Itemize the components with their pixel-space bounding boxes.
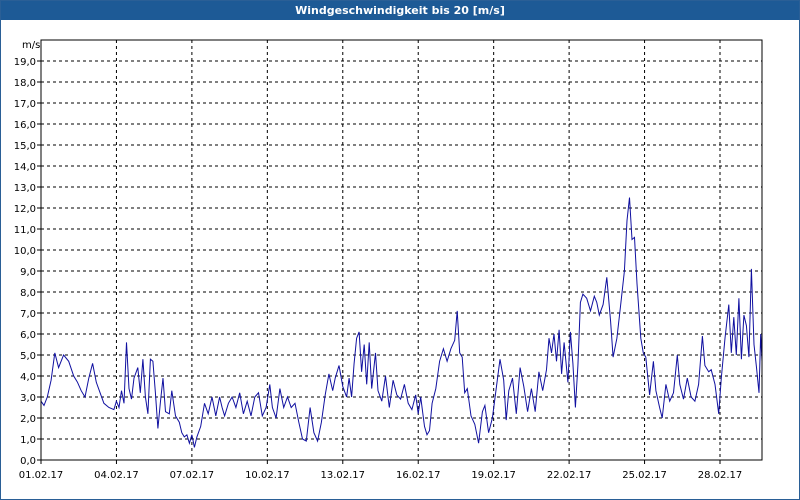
- y-axis-label: m/s: [22, 40, 40, 51]
- y-tick-label: 5,0: [20, 351, 36, 362]
- series-line-wind-speed: [40, 197, 763, 448]
- x-tick-label: 13.02.17: [321, 470, 366, 481]
- y-tick-label: 14,0: [14, 162, 36, 173]
- y-tick-label: 12,0: [14, 204, 36, 215]
- y-tick-label: 19,0: [14, 57, 36, 68]
- y-tick-label: 0,0: [20, 456, 36, 467]
- y-tick-label: 11,0: [14, 225, 36, 236]
- y-tick-label: 10,0: [14, 246, 36, 257]
- y-tick-label: 16,0: [14, 120, 36, 131]
- y-tick-label: 1,0: [20, 435, 36, 446]
- x-tick-label: 01.02.17: [19, 470, 64, 481]
- y-tick-label: 2,0: [20, 414, 36, 425]
- x-tick-label: 19.02.17: [471, 470, 516, 481]
- x-tick-label: 16.02.17: [396, 470, 441, 481]
- y-tick-label: 17,0: [14, 99, 36, 110]
- x-tick-label: 10.02.17: [245, 470, 290, 481]
- y-tick-label: 7,0: [20, 309, 36, 320]
- x-tick-label: 28.02.17: [698, 470, 743, 481]
- x-tick-label: 22.02.17: [547, 470, 592, 481]
- y-axis-ticks: 0,0 1,0 2,0 3,0 4,0 5,0 6,0 7,0 8,0 9,0 10,0 11,0 12…: [14, 57, 41, 467]
- x-axis-ticks: 01.02.17 04.02.17 07.02.17 10.02.17 13.02.17…: [19, 460, 743, 481]
- y-tick-label: 3,0: [20, 393, 36, 404]
- x-tick-label: 04.02.17: [94, 470, 139, 481]
- y-tick-label: 13,0: [14, 183, 36, 194]
- x-tick-label: 07.02.17: [170, 470, 215, 481]
- y-tick-label: 8,0: [20, 288, 36, 299]
- y-tick-label: 15,0: [14, 141, 36, 152]
- wind-speed-chart: m/s 0,0 1,0 2,0 3,0 4,0 5,0 6,0 7,0 8,0 9,0 10,0 11…: [14, 39, 763, 481]
- y-tick-label: 6,0: [20, 330, 36, 341]
- y-tick-label: 4,0: [20, 372, 36, 383]
- y-tick-label: 18,0: [14, 78, 36, 89]
- y-tick-label: 9,0: [20, 267, 36, 278]
- x-tick-label: 25.02.17: [622, 470, 667, 481]
